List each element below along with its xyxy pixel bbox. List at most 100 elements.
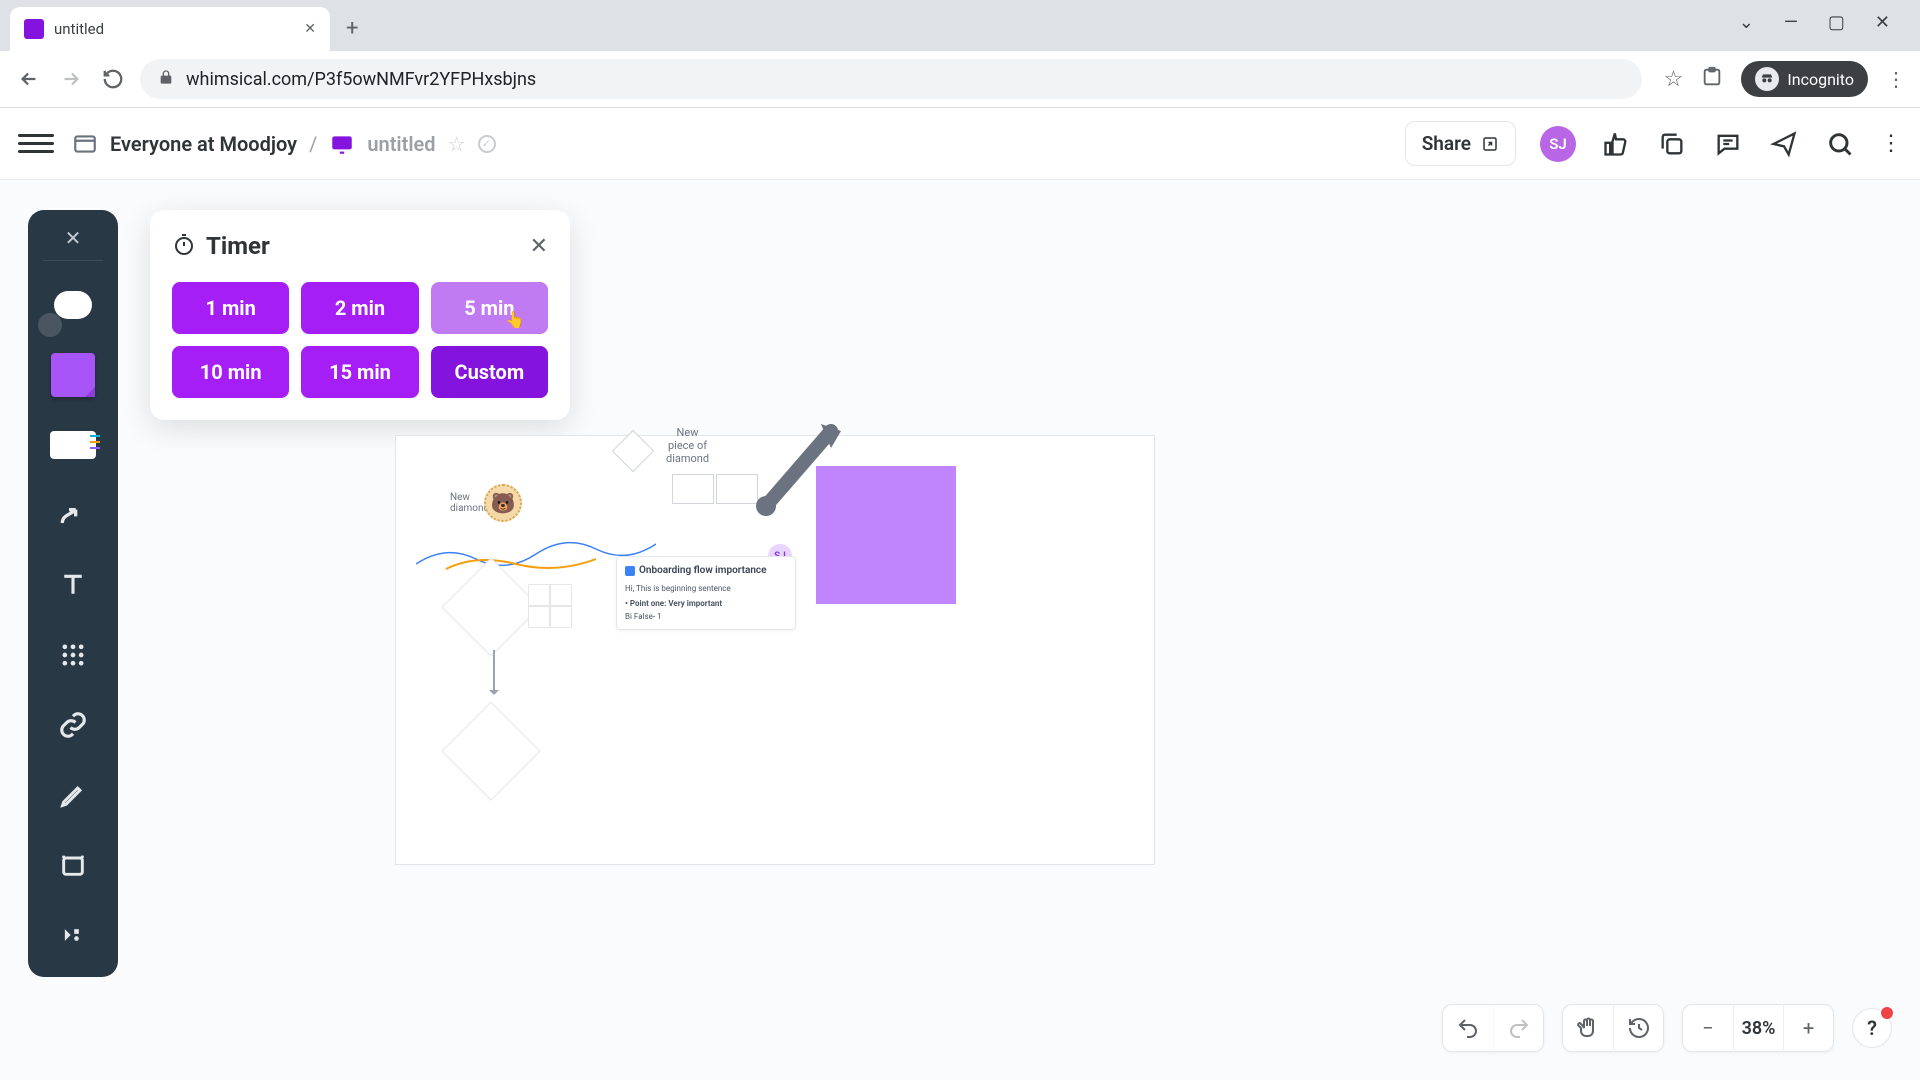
history-button[interactable] (1613, 1004, 1663, 1052)
timer-title: Timer (206, 232, 520, 260)
tool-link[interactable] (44, 699, 102, 751)
like-button[interactable] (1600, 128, 1632, 160)
star-icon[interactable]: ☆ (1664, 67, 1684, 92)
reload-button[interactable] (98, 64, 128, 94)
chevron-down-icon[interactable]: ⌄ (1739, 12, 1754, 33)
board-icon (329, 131, 355, 157)
search-button[interactable] (1824, 128, 1856, 160)
tool-connector[interactable] (44, 489, 102, 541)
timer-15min-button[interactable]: 15 min (301, 346, 418, 398)
pan-history-group (1562, 1004, 1664, 1052)
app-menu-icon[interactable]: ⋮ (1880, 131, 1902, 156)
menu-button[interactable] (18, 126, 54, 162)
share-button[interactable]: Share (1405, 121, 1516, 166)
timer-5min-button[interactable]: 5 min (431, 282, 548, 334)
back-button[interactable] (14, 64, 44, 94)
forward-button[interactable] (56, 64, 86, 94)
app-header: Everyone at Moodjoy / untitled ☆ ✓ Share… (0, 108, 1920, 180)
canvas-card-line: Hi, This is beginning sentence (625, 584, 787, 593)
app-body: ✕ Timer ✕ 1 min 2 min 5 min 10 min 15 mi… (0, 180, 1920, 1080)
maximize-icon[interactable]: ▢ (1828, 12, 1845, 33)
canvas-text-label[interactable]: New piece of diamond (666, 426, 709, 466)
canvas-shape-diamond[interactable] (442, 702, 541, 801)
favorite-star-icon[interactable]: ☆ (448, 132, 466, 156)
copy-button[interactable] (1656, 128, 1688, 160)
canvas-doc-card[interactable]: Onboarding flow importance Hi, This is b… (616, 556, 796, 630)
timer-custom-button[interactable]: Custom (431, 346, 548, 398)
hand-tool-button[interactable] (1563, 1004, 1613, 1052)
close-window-icon[interactable]: ✕ (1875, 12, 1890, 33)
incognito-label: Incognito (1787, 70, 1854, 89)
tool-comment[interactable] (44, 279, 102, 331)
timer-10min-button[interactable]: 10 min (172, 346, 289, 398)
tool-wireframe[interactable] (44, 419, 102, 471)
breadcrumb-separator: / (309, 132, 317, 156)
send-button[interactable] (1768, 128, 1800, 160)
favicon-icon (24, 19, 44, 39)
comment-bubble-icon (54, 291, 92, 319)
toolbar-close-icon[interactable]: ✕ (43, 226, 103, 261)
url-text: whimsical.com/P3f5owNMFvr2YFPHxsbjns (186, 69, 536, 90)
sync-status-icon[interactable]: ✓ (478, 135, 496, 153)
browser-chrome: untitled ✕ + ⌄ — ▢ ✕ whimsical.com/P3f5o… (0, 0, 1920, 108)
canvas-card-bullet: • Point one: Very important (625, 599, 787, 608)
extensions-icon[interactable] (1701, 66, 1723, 92)
browser-tab[interactable]: untitled ✕ (10, 7, 330, 51)
redo-button[interactable] (1493, 1004, 1543, 1052)
share-arrow-icon (1481, 135, 1499, 153)
undo-redo-group (1442, 1004, 1544, 1052)
tool-text[interactable] (44, 559, 102, 611)
zoom-in-button[interactable]: + (1783, 1004, 1833, 1052)
window-controls: ⌄ — ▢ ✕ (1709, 0, 1920, 45)
comments-button[interactable] (1712, 128, 1744, 160)
address-row: whimsical.com/P3f5owNMFvr2YFPHxsbjns ☆ I… (0, 51, 1920, 108)
incognito-icon (1755, 67, 1779, 91)
tab-title: untitled (54, 20, 294, 38)
notification-dot-icon (1881, 1007, 1893, 1019)
incognito-badge[interactable]: Incognito (1741, 61, 1868, 97)
tool-sticky-note[interactable] (44, 349, 102, 401)
undo-button[interactable] (1443, 1004, 1493, 1052)
canvas-arrow-connector[interactable] (493, 650, 495, 694)
timer-options: 1 min 2 min 5 min 10 min 15 min Custom (172, 282, 548, 398)
bottom-controls: − 38% + ? (1442, 1004, 1892, 1052)
user-avatar[interactable]: SJ (1540, 126, 1576, 162)
timer-2min-button[interactable]: 2 min (301, 282, 418, 334)
browser-menu-icon[interactable]: ⋮ (1886, 67, 1906, 91)
minimize-icon[interactable]: — (1784, 12, 1798, 33)
address-right: ☆ Incognito ⋮ (1664, 61, 1906, 97)
tool-table[interactable] (44, 629, 102, 681)
zoom-out-button[interactable]: − (1683, 1004, 1733, 1052)
address-bar[interactable]: whimsical.com/P3f5owNMFvr2YFPHxsbjns (140, 59, 1642, 99)
tab-close-icon[interactable]: ✕ (304, 21, 316, 37)
help-button[interactable]: ? (1852, 1008, 1892, 1048)
sticky-note-icon (51, 353, 95, 397)
comment-overlay-icon (38, 313, 62, 337)
left-toolbar: ✕ (28, 210, 118, 977)
canvas-purple-rect[interactable] (816, 466, 956, 604)
cursor-pointer-icon: 👆 (505, 310, 525, 329)
breadcrumb: Everyone at Moodjoy / untitled ☆ ✓ (72, 131, 496, 157)
lock-icon (158, 69, 174, 89)
canvas-card-line: Bi False- 1 (625, 612, 787, 621)
new-tab-button[interactable]: + (346, 16, 358, 51)
timer-1min-button[interactable]: 1 min (172, 282, 289, 334)
canvas-board[interactable]: New piece of diamond New diamond 🐻 SJ On… (395, 435, 1155, 865)
zoom-level[interactable]: 38% (1733, 1004, 1783, 1052)
canvas-shape-rect[interactable] (672, 474, 714, 504)
breadcrumb-team[interactable]: Everyone at Moodjoy (110, 132, 297, 156)
tab-strip: untitled ✕ + ⌄ — ▢ ✕ (0, 0, 1920, 51)
timer-icon (172, 232, 196, 260)
canvas-bear-avatar[interactable]: 🐻 (484, 484, 522, 522)
workspace-icon (72, 131, 98, 157)
wireframe-icon (50, 431, 96, 459)
zoom-group: − 38% + (1682, 1004, 1834, 1052)
canvas-card-title: Onboarding flow importance (625, 565, 787, 576)
breadcrumb-doc-title[interactable]: untitled (367, 132, 435, 156)
timer-close-icon[interactable]: ✕ (530, 234, 548, 259)
canvas-shape-grid[interactable] (528, 584, 572, 628)
tool-draw[interactable] (44, 769, 102, 821)
canvas-shape-diamond-small[interactable] (612, 430, 654, 472)
tool-frame[interactable] (44, 839, 102, 891)
tool-more[interactable] (44, 909, 102, 961)
